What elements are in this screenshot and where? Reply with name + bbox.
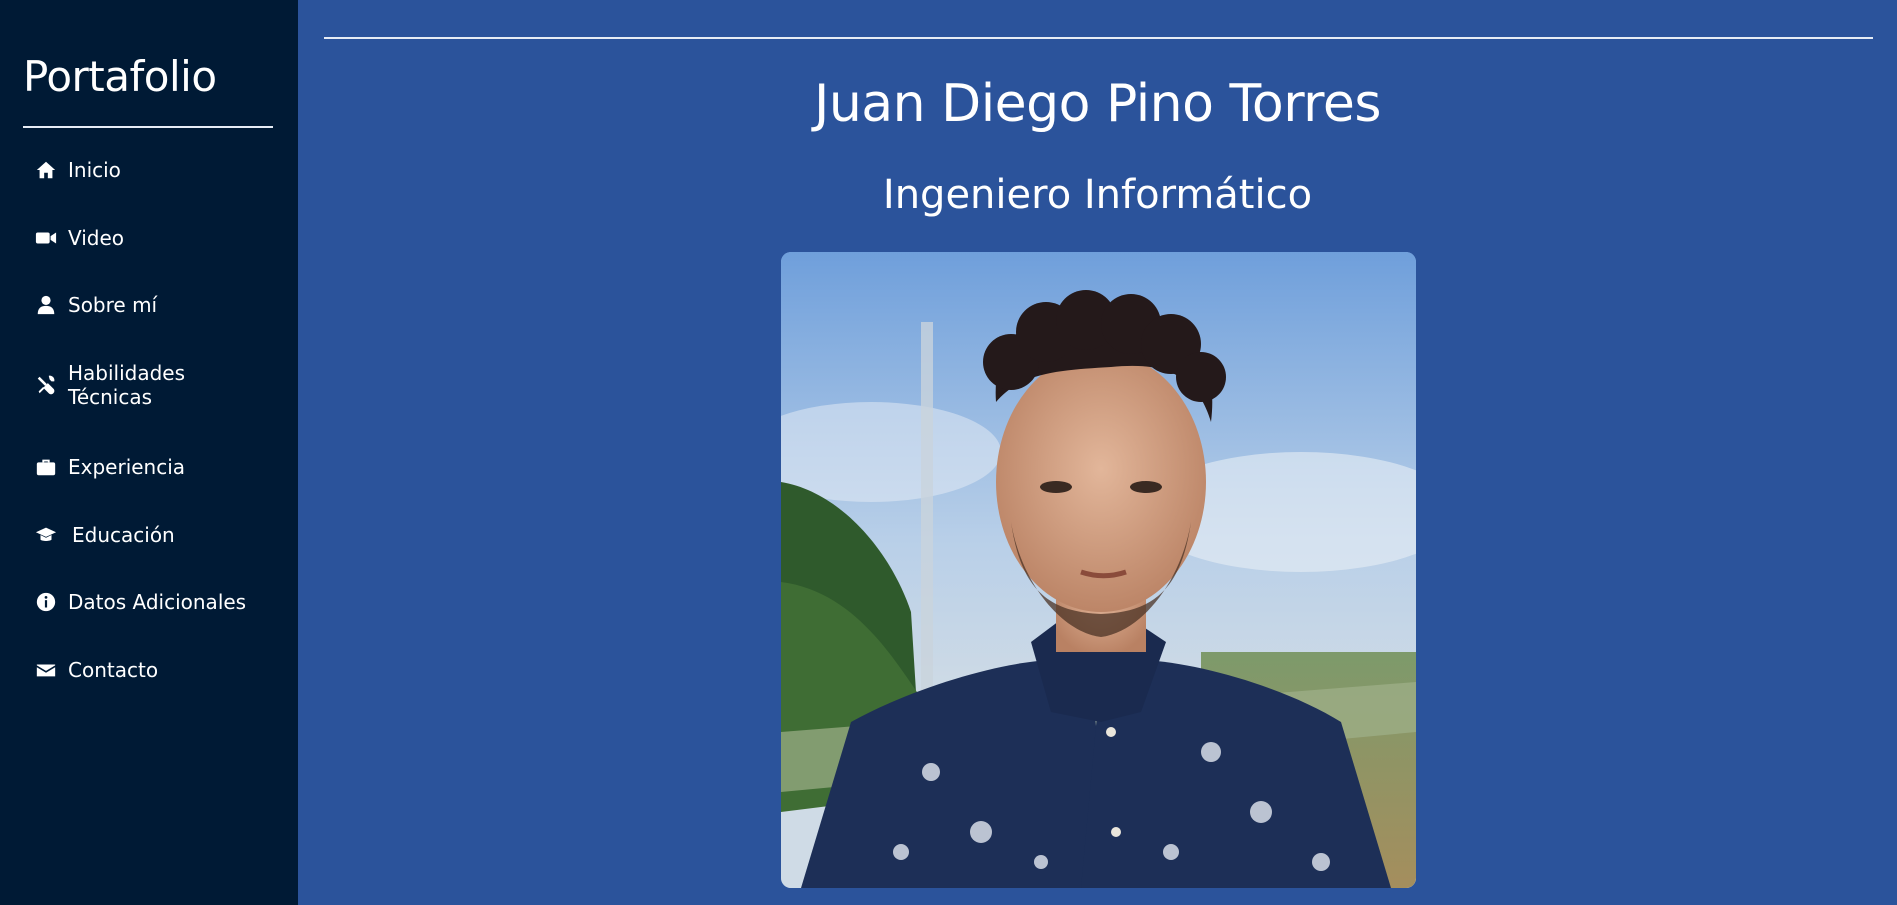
sidebar-item-label: Experiencia xyxy=(68,455,186,479)
top-divider xyxy=(324,37,1873,39)
sidebar-item-label: Inicio xyxy=(68,158,121,182)
profile-photo xyxy=(781,252,1416,888)
graduation-cap-icon xyxy=(34,523,58,547)
home-icon xyxy=(34,158,58,182)
sidebar-item-habilidades-tecnicas[interactable]: Habilidades Técnicas xyxy=(0,361,230,409)
sidebar-item-video[interactable]: Video xyxy=(0,226,124,250)
sidebar-item-label: Educación xyxy=(72,523,175,547)
video-camera-icon xyxy=(34,226,58,250)
sidebar: Portafolio Inicio Video Sobre mí Habilid… xyxy=(0,0,298,905)
sidebar-item-label: Habilidades Técnicas xyxy=(68,361,186,409)
brand-divider xyxy=(23,126,273,128)
envelope-icon xyxy=(34,658,58,682)
user-icon xyxy=(34,293,58,317)
info-circle-icon xyxy=(34,590,58,614)
sidebar-item-datos-adicionales[interactable]: Datos Adicionales xyxy=(0,590,246,614)
sidebar-item-label: Datos Adicionales xyxy=(68,590,247,614)
sidebar-item-experiencia[interactable]: Experiencia xyxy=(0,455,185,479)
sidebar-item-label: Video xyxy=(68,226,125,250)
sidebar-item-contacto[interactable]: Contacto xyxy=(0,658,158,682)
page-title: Juan Diego Pino Torres xyxy=(814,74,1381,134)
sidebar-item-label: Contacto xyxy=(68,658,159,682)
profile-photo-image xyxy=(781,252,1416,888)
sidebar-item-label: Sobre mí xyxy=(68,293,158,317)
sidebar-item-inicio[interactable]: Inicio xyxy=(0,158,121,182)
main-content: Juan Diego Pino Torres Ingeniero Informá… xyxy=(298,0,1897,905)
sidebar-item-educacion[interactable]: Educación xyxy=(0,523,175,547)
tools-icon xyxy=(34,373,58,397)
briefcase-icon xyxy=(34,455,58,479)
sidebar-item-sobre-mi[interactable]: Sobre mí xyxy=(0,293,157,317)
brand-title[interactable]: Portafolio xyxy=(23,52,217,101)
page-subtitle: Ingeniero Informático xyxy=(882,172,1313,218)
